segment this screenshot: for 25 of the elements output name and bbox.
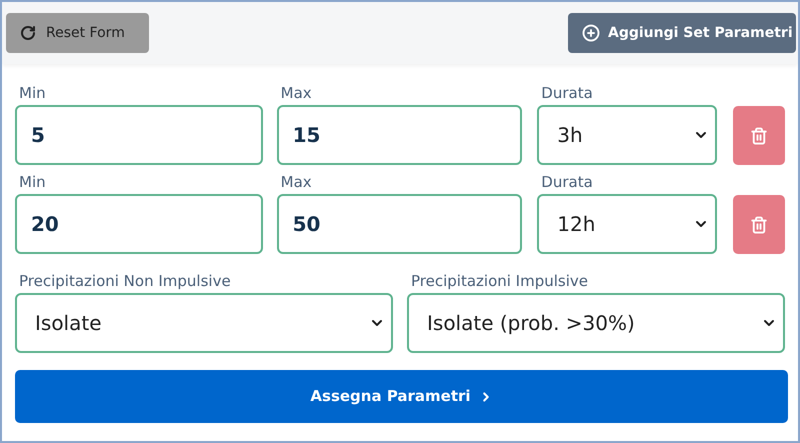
field-label: Max (280, 84, 313, 102)
reset-form-button[interactable]: Reset Form (6, 13, 149, 53)
input-field[interactable]: 5 (15, 105, 263, 165)
field-label: Durata (541, 84, 594, 102)
field-label: Max (280, 173, 313, 191)
trash-icon (750, 126, 768, 144)
field-label: Precipitazioni Impulsive (411, 272, 590, 290)
field-label: Min (19, 173, 47, 191)
add-parameter-set-button[interactable]: Aggiungi Set Parametri (568, 13, 796, 53)
field-label: Precipitazioni Non Impulsive (19, 272, 232, 290)
select-field[interactable]: 12h (537, 194, 718, 254)
assign-parameters-button[interactable]: Assegna Parametri (15, 370, 788, 423)
field-label: Durata (541, 173, 594, 191)
select-field[interactable]: Isolate (15, 293, 393, 353)
field-label: Min (19, 84, 47, 102)
input-field[interactable]: 15 (276, 105, 522, 165)
delete-button[interactable] (733, 195, 785, 254)
select-field[interactable]: Isolate (prob. >30%) (407, 293, 785, 353)
input-field[interactable]: 20 (15, 194, 263, 254)
trash-icon (750, 216, 768, 234)
delete-button[interactable] (733, 106, 785, 165)
input-field[interactable]: 50 (276, 194, 522, 254)
select-field[interactable]: 3h (537, 105, 718, 165)
plus-circle-icon (582, 24, 600, 42)
refresh-icon (20, 25, 36, 41)
